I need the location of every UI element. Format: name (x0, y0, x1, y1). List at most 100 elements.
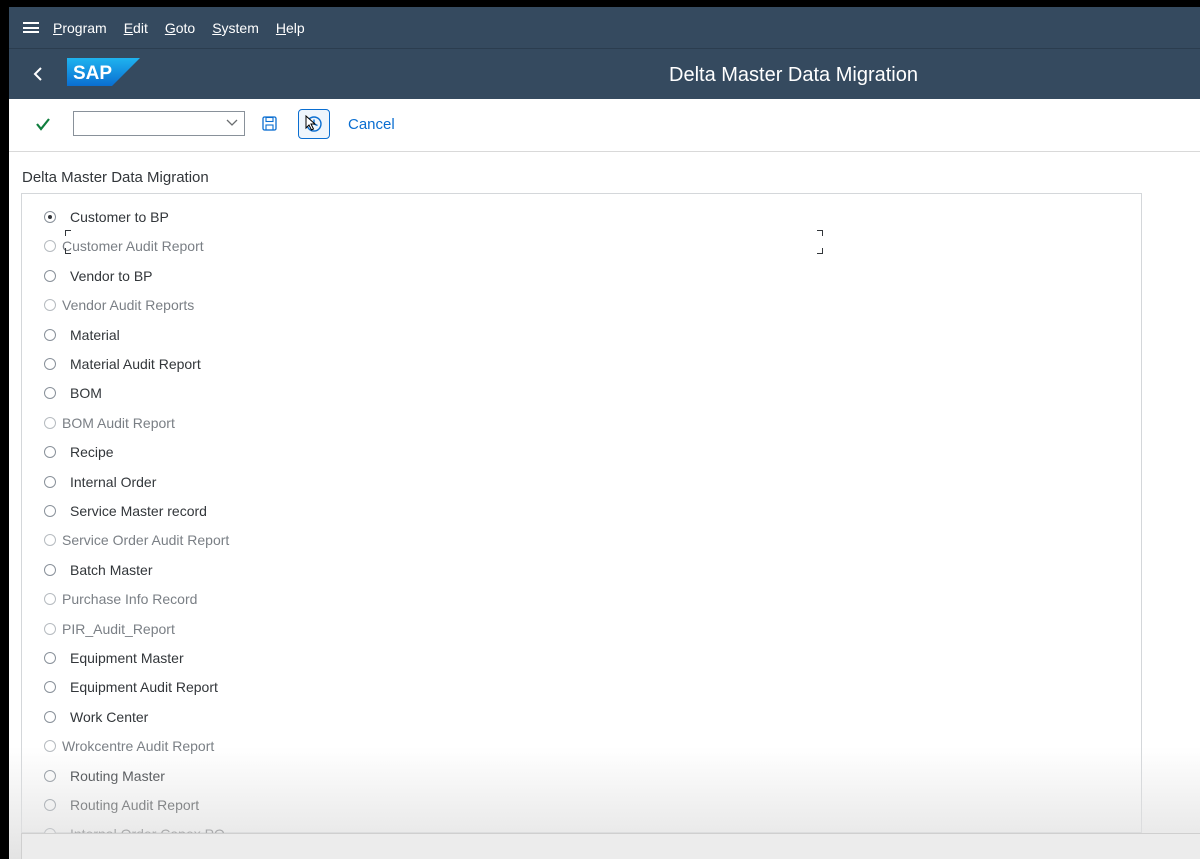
radio-label: Equipment Master (70, 650, 184, 666)
menu-label: rogram (62, 19, 107, 36)
radio-label: Material Audit Report (70, 356, 201, 372)
menu-item-program[interactable]: Program (53, 20, 107, 36)
shell-header: SAP Delta Master Data Migration (9, 48, 1200, 100)
menu-bar: Program Edit Goto System Help (9, 7, 1200, 48)
radio-option[interactable]: PIR_Audit_Report (44, 616, 175, 642)
radio-group-box: Customer to BP Customer Audit Report Vendo… (21, 193, 1142, 842)
radio-label: Routing Audit Report (70, 797, 200, 813)
menu-items: Program Edit Goto System Help (53, 20, 322, 36)
menu-mnemonic: S (212, 19, 222, 36)
radio-option[interactable]: Equipment Master (44, 645, 184, 671)
menu-item-goto[interactable]: Goto (165, 20, 195, 36)
radio-label: Equipment Audit Report (70, 679, 218, 696)
radio-label: BOM (70, 385, 102, 402)
radio-button[interactable] (44, 652, 56, 664)
radio-option[interactable]: Service Master record (44, 498, 207, 524)
radio-option[interactable]: Routing Master (44, 763, 165, 789)
execute-background-button[interactable] (298, 109, 330, 139)
sap-gui-window: Program Edit Goto System Help SAP Delta Mast… (9, 7, 1200, 859)
radio-label: PIR_Audit_Report (62, 620, 175, 637)
radio-option[interactable]: Vendor to BP (44, 263, 153, 289)
menu-item-edit[interactable]: Edit (124, 20, 148, 36)
focus-marker-top-right (817, 230, 823, 236)
radio-button[interactable] (44, 358, 56, 370)
radio-label: Recipe (70, 444, 114, 461)
radio-button[interactable] (44, 475, 56, 488)
radio-button[interactable] (44, 681, 56, 694)
radio-button[interactable] (44, 740, 56, 753)
radio-option[interactable]: Customer Audit Report (44, 233, 204, 259)
radio-button[interactable] (44, 328, 56, 341)
menu-mnemonic: G (164, 19, 176, 36)
menu-label: oto (175, 19, 196, 36)
menu-mnemonic: E (123, 19, 134, 36)
radio-option[interactable]: Routing Audit Report (44, 792, 199, 818)
focus-marker-bottom-right (817, 248, 823, 254)
radio-option[interactable]: Recipe (44, 439, 114, 465)
radio-button[interactable] (44, 416, 56, 429)
radio-label: Customer Audit Report (62, 238, 204, 255)
radio-option[interactable]: Equipment Audit Report (44, 674, 218, 700)
radio-label: Service Order Audit Report (62, 532, 230, 549)
radio-button[interactable] (44, 769, 56, 782)
radio-option[interactable]: Vendor Audit Reports (44, 292, 194, 318)
radio-label: Service Master record (70, 503, 207, 519)
mouse-cursor-icon (305, 115, 317, 131)
menu-item-help[interactable]: Help (276, 20, 305, 36)
save-icon[interactable] (262, 116, 277, 131)
radio-button[interactable] (44, 799, 56, 811)
radio-label: Batch Master (70, 561, 153, 578)
radio-label: BOM Audit Report (62, 414, 175, 431)
radio-option[interactable]: Work Center (44, 704, 148, 730)
radio-button[interactable] (44, 446, 56, 459)
chevron-down-icon[interactable] (226, 118, 238, 128)
radio-option[interactable]: Customer to BP (44, 204, 169, 230)
menu-label: dit (133, 19, 148, 36)
radio-option[interactable]: Purchase Info Record (44, 586, 197, 612)
focus-marker-top-left (65, 230, 71, 236)
radio-label: Customer to BP (70, 209, 169, 225)
radio-option[interactable]: Service Order Audit Report (44, 527, 229, 553)
enter-check-icon[interactable] (35, 116, 51, 132)
status-bar (21, 833, 1200, 859)
radio-button[interactable] (44, 710, 56, 723)
radio-option[interactable]: Internal Order (44, 469, 156, 495)
menu-mnemonic: H (275, 19, 287, 36)
radio-button[interactable] (44, 622, 56, 635)
radio-option[interactable]: Material Audit Report (44, 351, 201, 377)
radio-label: Vendor to BP (70, 267, 153, 284)
command-input[interactable] (78, 112, 222, 135)
radio-label: Routing Master (70, 767, 165, 784)
menu-label: elp (286, 19, 305, 36)
radio-option[interactable]: Batch Master (44, 557, 152, 583)
radio-label: Purchase Info Record (62, 591, 198, 608)
radio-label: Vendor Audit Reports (62, 297, 195, 314)
radio-option[interactable]: BOM Audit Report (44, 410, 175, 436)
radio-label: Wrokcentre Audit Report (62, 738, 215, 755)
hamburger-menu-icon[interactable] (23, 22, 39, 33)
command-field[interactable] (73, 111, 245, 136)
radio-button[interactable] (44, 534, 56, 547)
radio-label: Internal Order (70, 473, 157, 490)
radio-button[interactable] (44, 299, 56, 312)
focus-marker-bottom-left (65, 248, 71, 254)
radio-button[interactable] (44, 240, 56, 253)
menu-label: ystem (221, 19, 259, 36)
radio-button[interactable] (44, 505, 56, 517)
radio-option[interactable]: Wrokcentre Audit Report (44, 733, 214, 759)
page-title: Delta Master Data Migration (669, 64, 918, 86)
menu-mnemonic: P (53, 19, 63, 36)
menu-item-system[interactable]: System (212, 20, 259, 36)
radio-option[interactable]: Material (44, 322, 120, 348)
radio-button[interactable] (44, 563, 56, 576)
application-toolbar: Cancel (9, 99, 1200, 152)
radio-label: Material (70, 326, 120, 343)
radio-option[interactable]: BOM (44, 380, 102, 406)
radio-button[interactable] (44, 211, 56, 223)
cancel-button[interactable]: Cancel (348, 116, 395, 133)
radio-label: Work Center (70, 708, 149, 725)
radio-button[interactable] (44, 593, 56, 606)
group-box-title: Delta Master Data Migration (22, 169, 209, 186)
radio-button[interactable] (44, 387, 56, 400)
radio-button[interactable] (44, 269, 56, 282)
